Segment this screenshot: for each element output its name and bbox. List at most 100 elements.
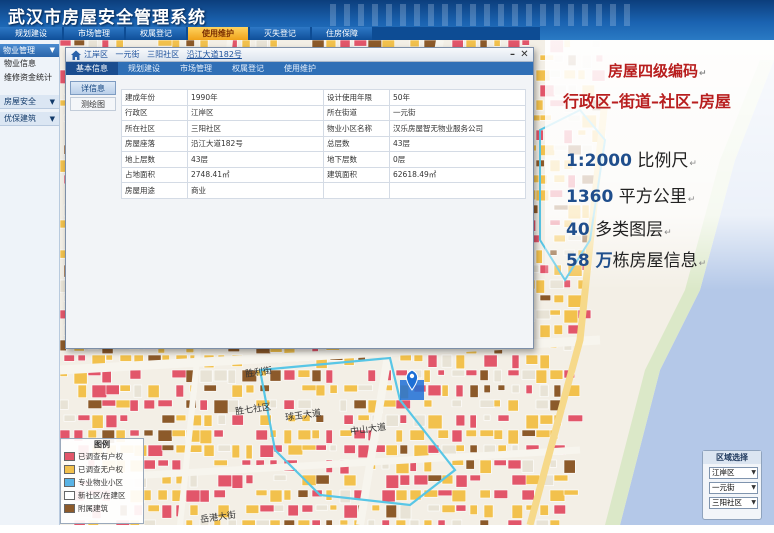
map-building — [381, 489, 396, 503]
map-building — [157, 429, 173, 442]
map-building — [423, 369, 431, 383]
breadcrumb-community[interactable]: 三阳社区 — [147, 50, 179, 59]
map-building — [147, 444, 163, 457]
map-building — [203, 414, 213, 427]
window-body: 详信息 测绘图 建成年份 1990年 设计使用年限 50年 行政区 江岸区 所在街道 一元街所… — [66, 75, 533, 348]
sidebar-item-repair-fund[interactable]: 维修资金统计 — [0, 71, 59, 85]
nav-tab-housing[interactable]: 住房保障 — [312, 27, 372, 40]
window-titlebar[interactable]: 江岸区 一元街 三阳社区 沿江大道182号 – ✕ — [66, 48, 533, 62]
map-building — [101, 399, 116, 407]
map-building — [535, 369, 548, 384]
map-building — [353, 399, 367, 409]
field-value: 43层 — [187, 151, 324, 168]
district-select-value: 江岸区 — [712, 468, 735, 477]
table-row: 占地面积 2748.41㎡ 建筑面积 62618.49㎡ — [121, 166, 526, 183]
map-building — [451, 519, 463, 525]
map-building — [493, 369, 502, 383]
map-building — [157, 399, 173, 407]
map-building — [395, 489, 408, 501]
nav-tab-planning[interactable]: 规划建设 — [0, 27, 62, 40]
map-building — [385, 444, 398, 456]
minimize-button[interactable]: – — [507, 48, 518, 61]
map-building — [395, 519, 407, 525]
sidebar-group-protected[interactable]: 优保建筑 ▼ — [0, 112, 59, 126]
district-select[interactable]: 江岸区 ▼ — [709, 467, 758, 479]
map-building — [269, 519, 281, 525]
tab-ownership[interactable]: 权属登记 — [222, 62, 274, 75]
tab-maintenance[interactable]: 使用维护 — [274, 62, 326, 75]
map-building — [189, 474, 198, 488]
nav-tab-demolition[interactable]: 灭失登记 — [250, 27, 310, 40]
stat-text: 栋房屋信息 — [612, 251, 698, 271]
map-legend: 图例 已调查有户权 已调查无户权 专业物业小区 新社区/在建区 附属建筑 — [60, 438, 144, 524]
nav-tab-market[interactable]: 市场管理 — [64, 27, 124, 40]
map-building — [493, 489, 508, 499]
sidebar-group-property[interactable]: 物业管理 ▼ — [0, 44, 59, 57]
map-building — [399, 414, 407, 424]
breadcrumb-district[interactable]: 江岸区 — [84, 50, 108, 59]
map-building — [231, 444, 240, 459]
legend-swatch — [64, 504, 75, 513]
map-building — [283, 399, 295, 410]
map-building — [329, 444, 337, 452]
field-label: 建成年份 — [121, 89, 188, 106]
map-building — [325, 369, 333, 384]
map-building — [371, 504, 380, 512]
legend-item: 已调查无户权 — [61, 463, 143, 476]
map-building — [199, 489, 210, 503]
map-building — [217, 444, 231, 452]
stat-value: 40 — [566, 220, 590, 240]
map-building — [479, 459, 492, 474]
field-label: 占地面积 — [121, 166, 188, 183]
tab-market[interactable]: 市场管理 — [170, 62, 222, 75]
map-building — [427, 414, 443, 430]
home-icon[interactable] — [70, 49, 82, 61]
community-select[interactable]: 三阳社区 ▼ — [709, 497, 758, 509]
field-label: 行政区 — [121, 104, 188, 121]
nav-tab-maintenance[interactable]: 使用维护 — [188, 27, 248, 40]
legend-label: 新社区/在建区 — [78, 491, 126, 500]
map-building — [255, 519, 270, 525]
field-label: 总层数 — [323, 135, 390, 152]
map-building — [427, 504, 440, 512]
breadcrumb-street[interactable]: 一元街 — [116, 50, 140, 59]
map-building — [465, 459, 475, 470]
map-building — [171, 429, 186, 437]
map-building — [441, 354, 453, 368]
field-value: 汉乐房屋智无物业服务公司 — [389, 120, 526, 137]
map-building — [549, 369, 564, 380]
stat-scale: 1:2000 比例尺↵ — [566, 146, 697, 171]
tab-basic-info[interactable]: 基本信息 — [66, 62, 118, 75]
sidebar: 物业管理 ▼ 物业信息 维修资金统计 房屋安全 ▼ 优保建筑 ▼ — [0, 40, 60, 525]
map-building — [213, 369, 228, 382]
subnav-details[interactable]: 详信息 — [70, 81, 116, 95]
map-building — [465, 369, 478, 376]
map-building — [189, 504, 199, 516]
map-building — [119, 414, 128, 422]
map-building — [385, 504, 397, 519]
close-button[interactable]: ✕ — [519, 48, 530, 61]
map-building — [423, 399, 433, 408]
field-value: 1990年 — [187, 89, 324, 106]
map-building — [119, 354, 132, 362]
map-building — [507, 519, 523, 525]
map-building — [521, 429, 536, 437]
map-building — [483, 384, 491, 393]
subnav-survey-map[interactable]: 测绘图 — [70, 97, 116, 111]
sidebar-group-label: 优保建筑 — [4, 114, 36, 123]
sidebar-item-property-info[interactable]: 物业信息 — [0, 57, 59, 71]
street-select[interactable]: 一元街 ▼ — [709, 482, 758, 494]
map-building — [157, 459, 169, 467]
map-building — [63, 414, 76, 422]
map-building — [455, 504, 467, 512]
breadcrumb-building[interactable]: 沿江大道182号 — [187, 50, 242, 59]
tab-planning[interactable]: 规划建设 — [118, 62, 170, 75]
map-building — [451, 489, 467, 503]
stat-text: 比例尺 — [637, 151, 689, 171]
map-building — [409, 429, 425, 441]
map-building — [479, 369, 489, 381]
map-building — [437, 489, 454, 497]
nav-tab-ownership[interactable]: 权属登记 — [126, 27, 186, 40]
sidebar-group-safety[interactable]: 房屋安全 ▼ — [0, 95, 59, 109]
map-building — [399, 504, 412, 520]
